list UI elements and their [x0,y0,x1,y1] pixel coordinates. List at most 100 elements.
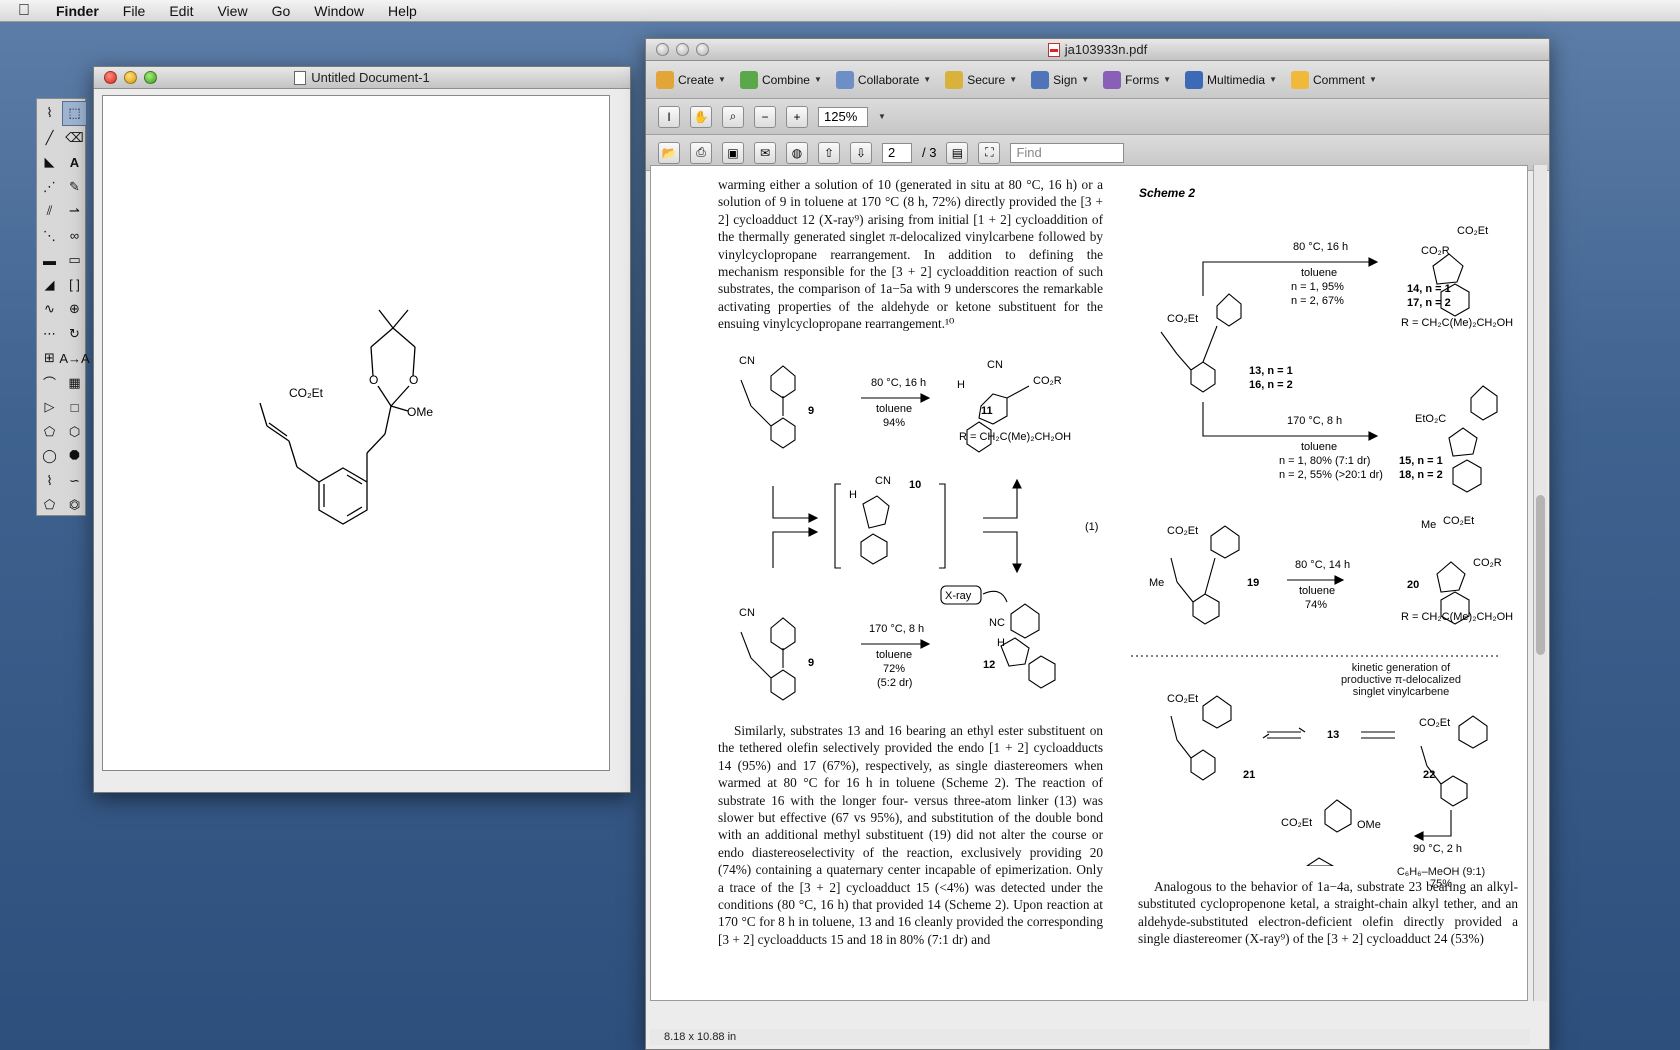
product-15-label: 15, n = 1 [1399,455,1443,467]
hashed-bond-icon[interactable]: ⫽ [37,199,62,224]
web-icon[interactable]: ◍ [786,141,808,164]
hashed-wedge-icon[interactable]: ⋱ [37,224,62,249]
bold-wedge-icon[interactable]: ◢ [37,273,62,298]
status-bar: 8.18 x 10.88 in [650,1029,1530,1045]
pdf-page[interactable]: warming either a solution of 10 (generat… [650,165,1528,1001]
cyclohexane-chair2-icon[interactable]: ∽ [62,469,87,494]
pentagon-ring-icon[interactable]: ⬠ [37,420,62,445]
lasso-tool-icon[interactable]: ⌇ [37,101,62,126]
heptagon-ring-icon[interactable]: ◯ [37,444,62,469]
zoom-button[interactable] [144,71,157,84]
page-number-field[interactable]: 2 [882,142,912,163]
triangle-ring-icon[interactable]: ▷ [37,395,62,420]
template-tool-icon[interactable]: ▦ [62,371,87,396]
table-tool-icon[interactable]: ⊞ [37,346,62,371]
sign-button[interactable]: Sign ▼ [1031,70,1089,89]
fit-width-icon[interactable]: ⛶ [978,141,1001,164]
forms-button[interactable]: Forms ▼ [1103,70,1171,89]
apple-icon[interactable]:  [18,2,44,20]
chain-n-icon[interactable]: ⌒ [37,371,62,396]
square-ring-icon[interactable]: □ [62,395,87,420]
toluene-label: toluene [876,403,912,415]
menu-help[interactable]: Help [376,3,429,19]
cyclohexane-chair-icon[interactable]: ⌇ [37,469,62,494]
next-page-icon[interactable]: ⇩ [850,141,872,164]
octagon-ring-icon[interactable]: ⯃ [62,444,87,469]
collaborate-button[interactable]: Collaborate ▼ [835,70,931,89]
open-folder-icon[interactable]: 📂 [658,141,680,164]
hexagon-ring-icon[interactable]: ⬡ [62,420,87,445]
select-text-icon[interactable]: I [658,105,680,128]
orbital-tool-icon[interactable]: ∞ [62,224,87,249]
fit-page-icon[interactable]: ▤ [946,141,969,164]
bold-bond-icon[interactable]: ▬ [37,248,62,273]
zoom-dropdown-icon[interactable]: ▼ [878,112,886,121]
charge-tool-icon[interactable]: ⊕ [62,297,87,322]
paragraph-analogous: Analogous to the behavior of 1a−4a, subs… [1138,879,1518,947]
create-button[interactable]: Create ▼ [656,70,726,89]
save-icon[interactable]: ▣ [722,141,744,164]
rotate-tool-icon[interactable]: ↻ [62,322,87,347]
drawing-canvas[interactable]: O O OMe CO₂Et [102,95,610,771]
eraser-tool-icon[interactable]: ⌫ [62,126,87,151]
find-input[interactable]: Find [1010,142,1125,163]
dashed-bond-icon[interactable]: ⋰ [37,175,62,200]
close-button[interactable] [104,71,117,84]
scheme-d-solvent: C₆H₆–MeOH (9:1) [1396,866,1486,878]
multimedia-button[interactable]: Multimedia ▼ [1185,70,1277,89]
menu-window[interactable]: Window [302,3,376,19]
menu-file[interactable]: File [111,3,158,19]
pen-tool-icon[interactable]: ✎ [62,175,87,200]
paragraph-mechanism: warming either a solution of 10 (generat… [718,177,1103,332]
tasks-toolbar: Create ▼ Combine ▼ Collaborate ▼ Secure ▼ Si… [646,61,1549,99]
cyclopentadiene-icon[interactable]: ⬠ [37,493,62,518]
zoom-field[interactable]: 125% [818,106,868,127]
kinetic-note: kinetic generation of productive π-deloc… [1340,662,1462,698]
arrow-tool-icon[interactable]: ⇀ [62,199,87,224]
right-column-bottom: Analogous to the behavior of 1a−4a, subs… [1138,878,1518,950]
close-button[interactable] [656,43,669,56]
bracket-tool-icon[interactable]: [ ] [62,273,87,298]
h-label: H [997,637,1005,649]
scrollbar-thumb[interactable] [1536,495,1545,655]
co2et-label: CO₂Et [1281,817,1312,829]
comment-button[interactable]: Comment ▼ [1290,70,1377,89]
zoom-out-icon[interactable]: − [754,105,776,128]
combine-button[interactable]: Combine ▼ [739,70,822,89]
marquee-tool-icon[interactable]: ⬚ [62,101,87,126]
untitled-document-window: Untitled Document-1 O O OMe CO₂Et [93,66,631,793]
substrate-16-label: 16, n = 2 [1249,379,1293,391]
menu-edit[interactable]: Edit [157,3,205,19]
oxygen-label-right: O [409,373,418,387]
zoom-tool-icon[interactable]: ⌕ [722,105,744,128]
scheme-a-solvent: toluene [1301,267,1337,279]
wedge-bond-icon[interactable]: ◣ [37,150,62,175]
previous-page-icon[interactable]: ⇧ [818,141,840,164]
zoom-button[interactable] [696,43,709,56]
left-column-top: warming either a solution of 10 (generat… [718,176,1103,335]
menu-finder[interactable]: Finder [44,3,111,19]
menu-view[interactable]: View [205,3,259,19]
email-icon[interactable]: ✉ [754,141,776,164]
benzene-ring-icon[interactable]: ⏣ [62,493,87,518]
rectangle-tool-icon[interactable]: ▭ [62,248,87,273]
minimize-button[interactable] [124,71,137,84]
hand-tool-icon[interactable]: ✋ [690,105,712,128]
eto2c-label: EtO₂C [1415,413,1446,425]
zoom-in-icon[interactable]: + [786,105,808,128]
create-icon [656,70,674,89]
vertical-scrollbar[interactable] [1533,165,1547,1001]
text-tool-icon[interactable]: A [62,150,87,175]
scheme-b-yield-2: n = 2, 55% (>20:1 dr) [1279,469,1383,481]
secure-button[interactable]: Secure ▼ [945,70,1017,89]
chain-tool-icon[interactable]: ⋯ [37,322,62,347]
compound-12-label: 12 [983,659,995,671]
multimedia-icon [1185,70,1204,89]
minimize-button[interactable] [676,43,689,56]
wavy-bond-icon[interactable]: ∿ [37,297,62,322]
print-icon[interactable]: ⎙ [690,141,712,164]
scheme-a-yield-2: n = 2, 67% [1291,295,1344,307]
bond-tool-icon[interactable]: ╱ [37,126,62,151]
mapping-tool-icon[interactable]: A→A [59,346,89,371]
menu-go[interactable]: Go [260,3,303,19]
